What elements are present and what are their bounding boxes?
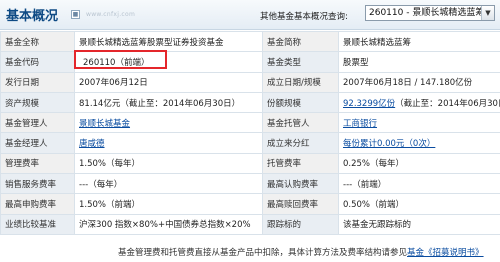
custodian-link[interactable]: 工商银行 [343,119,377,129]
label-sales-fee: 销售服务费率 [0,173,75,195]
value-share-size: 92.3299亿份（截止至：2014年06月30日） [338,91,500,114]
page-header: 基本概况 ■ www.cnfxj.com 其他基金基本概况查询: 260110 … [0,0,500,30]
table-row: 销售服务费率 ---（每年） 最高认购费率 ---（前端） [0,173,500,195]
label-custodian: 基金托管人 [262,112,339,134]
table-row: 基金全称 景顺长城精选蓝筹股票型证券投资基金 基金简称 景顺长城精选蓝筹 [0,30,500,53]
label-asset-size: 资产规模 [0,91,75,114]
label-max-subscription-fee: 最高认购费率 [262,173,339,195]
manager-link[interactable]: 景顺长城基金 [79,119,130,129]
fund-select[interactable]: 260110 - 景顺长城精选蓝筹 ▼ [365,5,495,21]
label-short-name: 基金简称 [262,30,339,53]
expand-icon[interactable]: ■ [71,10,80,19]
label-fund-type: 基金类型 [262,51,339,73]
table-row: 管理费率 1.50%（每年） 托管费率 0.25%（每年） [0,152,500,175]
table-row: 业绩比较基准 沪深300 指数×80%+中国债券总指数×20% 跟踪标的 该基金… [0,213,500,235]
value-issue-date: 2007年06月12日 [74,71,263,93]
value-dividends: 每份累计0.00元（0次） [338,132,500,154]
label-establish-date: 成立日期/规模 [262,71,339,93]
label-tracking-target: 跟踪标的 [262,213,339,235]
value-full-name: 景顺长城精选蓝筹股票型证券投资基金 [74,30,263,53]
label-fund-code: 基金代码 [0,51,75,73]
prospectus-link[interactable]: 《招募说明书》 [424,248,484,258]
label-fund-manager: 基金经理人 [0,132,75,154]
page-title: 基本概况 [6,9,59,24]
value-manager: 景顺长城基金 [74,112,263,134]
value-max-purchase-fee: 1.50%（前端） [74,193,263,215]
dividends-link[interactable]: 每份累计0.00元（0次） [343,139,435,149]
value-custody-fee: 0.25%（每年） [338,152,500,175]
fund-link[interactable]: 基金 [407,248,424,258]
label-management-fee: 管理费率 [0,152,75,175]
value-asset-size: 81.14亿元（截止至：2014年06月30日） [74,91,263,114]
value-tracking-target: 该基金无跟踪标的 [338,213,500,235]
table-row: 资产规模 81.14亿元（截止至：2014年06月30日） 份额规模 92.32… [0,91,500,114]
chevron-down-icon[interactable]: ▼ [481,6,494,20]
value-management-fee: 1.50%（每年） [74,152,263,175]
table-row: 基金管理人 景顺长城基金 基金托管人 工商银行 [0,112,500,134]
fee-note-text: 基金管理费和托管费直接从基金产品中扣除，具体计算方法及费率结构请参见 [118,248,408,258]
fund-manager-link[interactable]: 唐咸德 [79,139,105,149]
fund-select-value: 260110 - 景顺长城精选蓝筹 [369,8,485,18]
value-short-name: 景顺长城精选蓝筹 [338,30,500,53]
label-benchmark: 业绩比较基准 [0,213,75,235]
value-sales-fee: ---（每年） [74,173,263,195]
fund-code-highlight-box [74,50,167,69]
label-full-name: 基金全称 [0,30,75,53]
value-benchmark: 沪深300 指数×80%+中国债券总指数×20% [74,213,263,235]
label-issue-date: 发行日期 [0,71,75,93]
value-custodian: 工商银行 [338,112,500,134]
table-row: 发行日期 2007年06月12日 成立日期/规模 2007年06月18日 / 1… [0,71,500,93]
table-row: 基金经理人 唐咸德 成立来分红 每份累计0.00元（0次） [0,132,500,154]
label-share-size: 份额规模 [262,91,339,114]
label-max-redemption-fee: 最高赎回费率 [262,193,339,215]
label-manager: 基金管理人 [0,112,75,134]
label-max-purchase-fee: 最高申购费率 [0,193,75,215]
value-fund-manager: 唐咸德 [74,132,263,154]
value-fund-type: 股票型 [338,51,500,73]
fund-query-label: 其他基金基本概况查询: [260,12,348,22]
label-dividends: 成立来分红 [262,132,339,154]
site-watermark: www.cnfxj.com [86,11,136,18]
label-custody-fee: 托管费率 [262,152,339,175]
value-max-redemption-fee: 0.50%（前端） [338,193,500,215]
share-size-link[interactable]: 92.3299亿份 [343,99,395,109]
table-row: 最高申购费率 1.50%（前端） 最高赎回费率 0.50%（前端） [0,193,500,215]
value-establish-date: 2007年06月18日 / 147.180亿份 [338,71,500,93]
fee-note: 基金管理费和托管费直接从基金产品中扣除，具体计算方法及费率结构请参见基金《招募说… [118,246,484,258]
value-max-subscription-fee: ---（前端） [338,173,500,195]
